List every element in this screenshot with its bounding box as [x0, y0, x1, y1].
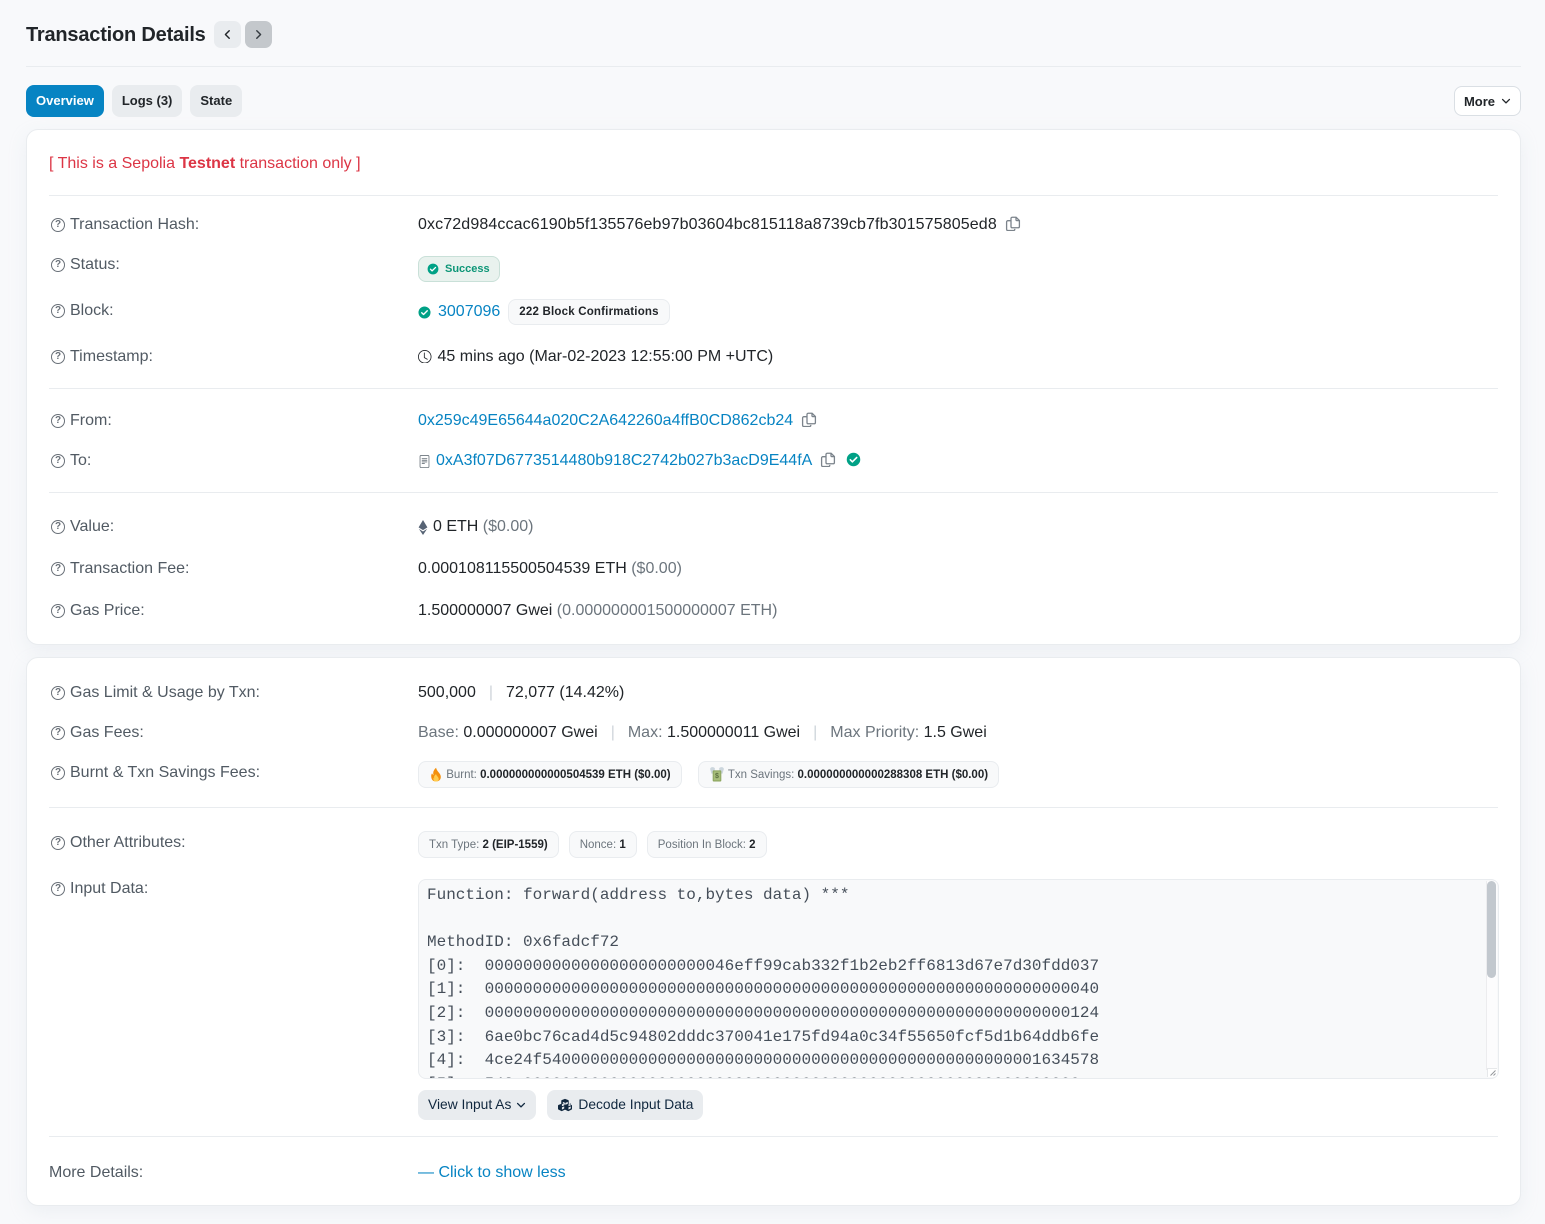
svg-text:$: $ [715, 773, 719, 780]
